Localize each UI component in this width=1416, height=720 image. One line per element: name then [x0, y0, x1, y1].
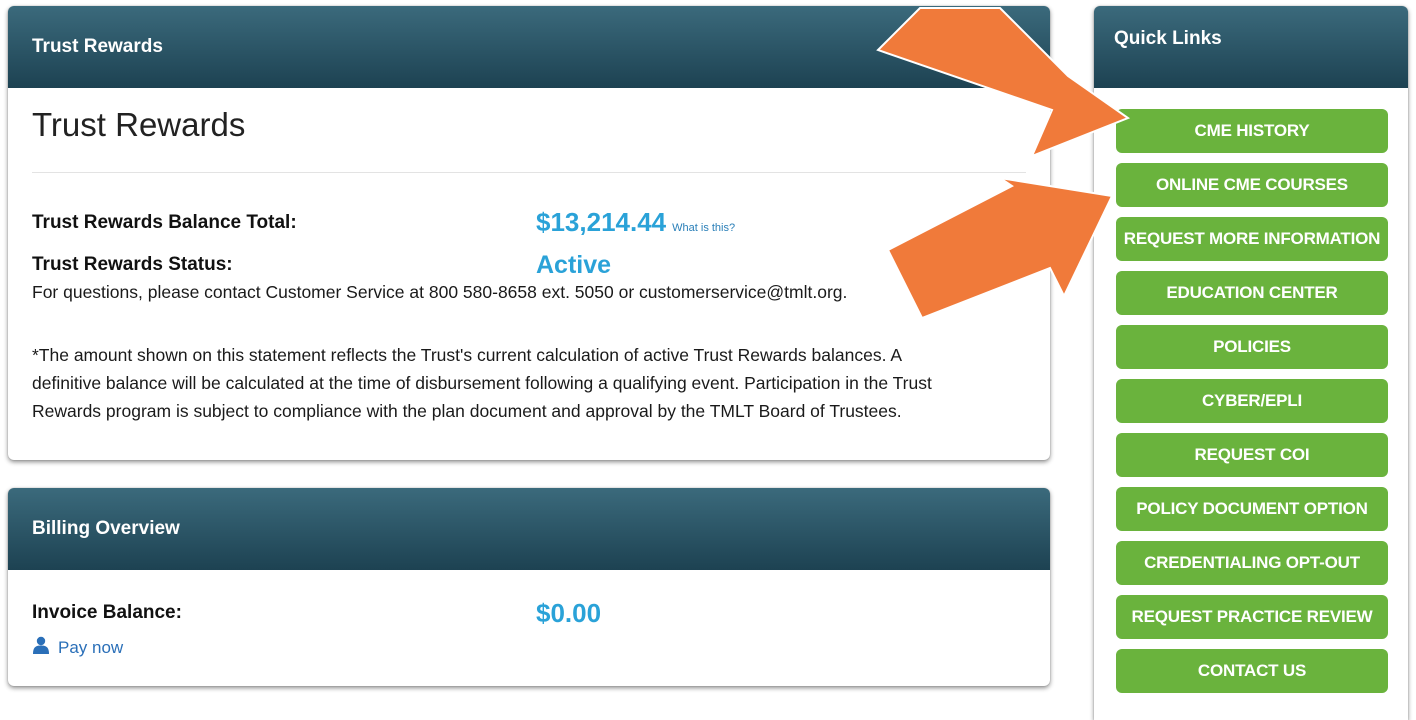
annotation-arrow	[876, 7, 1131, 158]
annotation-arrows	[876, 7, 1131, 320]
annotation-arrow	[886, 177, 1114, 320]
